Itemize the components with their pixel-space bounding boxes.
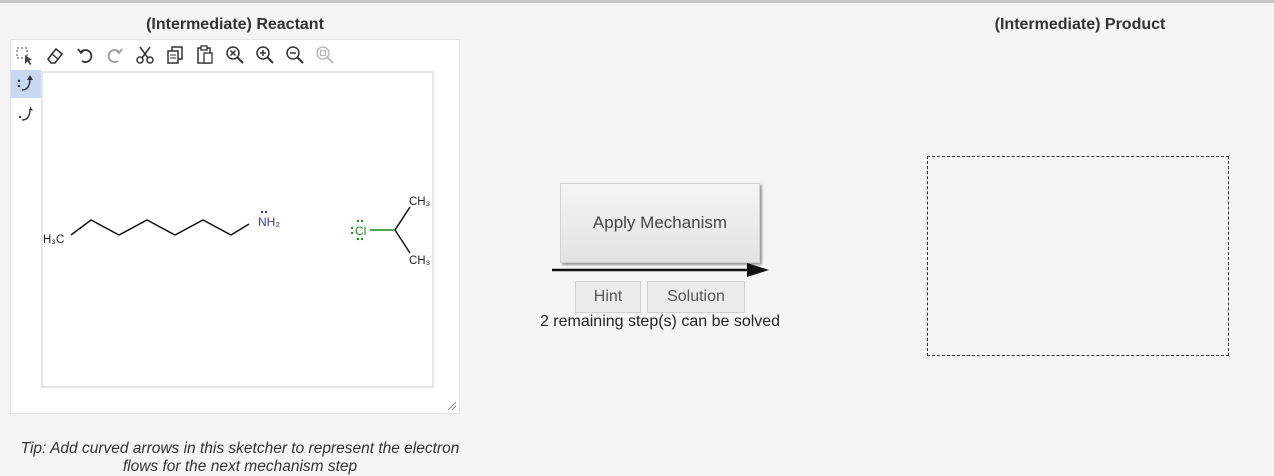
nitrogen-lone-pair-right <box>264 210 268 214</box>
zoom-in-icon[interactable] <box>253 43 277 67</box>
copy-icon[interactable] <box>163 43 187 67</box>
chlorine-lone-pair-left-a <box>350 226 354 230</box>
apply-mechanism-button[interactable]: Apply Mechanism <box>560 183 760 263</box>
methyl-bottom-label: CH₃ <box>409 255 431 267</box>
electron-pair-arrow-icon[interactable] <box>11 70 41 98</box>
hint-button[interactable]: Hint <box>575 281 641 313</box>
reactant-title: (Intermediate) Reactant <box>146 16 324 33</box>
select-icon[interactable] <box>13 43 37 67</box>
product-drop-area[interactable] <box>927 156 1229 356</box>
zoom-fit-icon[interactable] <box>313 43 337 67</box>
single-electron-arrow-icon[interactable] <box>11 100 41 128</box>
resize-handle-icon[interactable] <box>447 401 457 411</box>
top-border <box>0 0 1274 3</box>
chlorine-lone-pair-left-b <box>350 231 354 235</box>
zoom-reset-icon[interactable] <box>223 43 247 67</box>
nitrogen-lone-pair-left <box>260 210 264 214</box>
zoom-out-icon[interactable] <box>283 43 307 67</box>
reactant-sketcher: H₃C NH₂ Cl CH₃ CH₃ <box>10 39 460 414</box>
undo-icon[interactable] <box>73 43 97 67</box>
paste-icon[interactable] <box>193 43 217 67</box>
methyl-top-label: CH₃ <box>409 196 431 208</box>
solution-button[interactable]: Solution <box>647 281 745 313</box>
amine-chain-bonds <box>70 219 250 236</box>
eraser-icon[interactable] <box>43 43 67 67</box>
reaction-arrow-icon <box>552 263 769 277</box>
remaining-steps-text: 2 remaining step(s) can be solved <box>539 313 781 330</box>
molecule-canvas[interactable]: H₃C NH₂ Cl CH₃ CH₃ <box>41 71 434 388</box>
amine-methyl-label: H₃C <box>43 234 64 246</box>
chloride-label: Cl <box>355 224 366 238</box>
product-title: (Intermediate) Product <box>994 16 1166 33</box>
chlorine-lone-pair-bottom-a <box>356 237 360 241</box>
chlorine-lone-pair-top-b <box>360 219 364 223</box>
sketcher-tip: Tip: Add curved arrows in this sketcher … <box>20 440 460 475</box>
sketcher-toolbar <box>11 40 461 70</box>
chlorine-lone-pair-top-a <box>356 219 360 223</box>
sketcher-sidebar <box>11 70 41 415</box>
amine-group-label: NH₂ <box>258 215 280 229</box>
redo-icon[interactable] <box>103 43 127 67</box>
cut-icon[interactable] <box>133 43 157 67</box>
c-ch3-top-bond <box>394 206 411 231</box>
chlorine-lone-pair-bottom-b <box>360 237 364 241</box>
c-ch3-bottom-bond <box>394 229 411 254</box>
